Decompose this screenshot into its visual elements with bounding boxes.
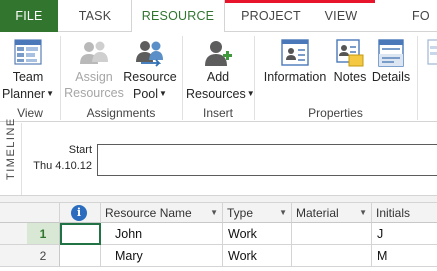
timeline-start-label: Start bbox=[68, 144, 92, 156]
group-label-assignments: Assignments bbox=[86, 106, 156, 120]
chevron-down-icon[interactable]: ▼ bbox=[210, 203, 218, 223]
group-label-properties: Properties bbox=[308, 106, 363, 120]
timeline-start-date: Thu 4.10.12 bbox=[33, 160, 92, 172]
material-cell[interactable] bbox=[292, 223, 372, 245]
column-header-indicators[interactable]: i bbox=[60, 203, 101, 223]
assign-resources-button[interactable]: Assign Resources bbox=[63, 32, 125, 104]
column-header-resource-name-label: Resource Name bbox=[105, 206, 192, 220]
notes-icon bbox=[336, 39, 364, 67]
partial-ribbon-button[interactable] bbox=[420, 32, 437, 104]
resource-sheet: i Resource Name ▼ Type ▼ Material ▼ Init… bbox=[0, 203, 437, 271]
add-resources-icon bbox=[205, 41, 232, 66]
column-header-type[interactable]: Type ▼ bbox=[223, 203, 292, 223]
add-resources-button[interactable]: Add Resources▼ bbox=[186, 32, 255, 104]
tab-resource[interactable]: RESOURCE bbox=[131, 0, 225, 33]
assign-resources-label-2: Resources bbox=[64, 86, 124, 100]
team-planner-button[interactable]: Team Planner▼ bbox=[2, 32, 54, 104]
column-header-type-label: Type bbox=[227, 206, 254, 220]
info-icon: i bbox=[71, 205, 87, 221]
ribbon: Team Planner▼ View Assign Resources Reso… bbox=[0, 32, 437, 122]
group-label-insert: Insert bbox=[202, 106, 233, 120]
notes-button[interactable]: Notes bbox=[331, 32, 369, 104]
initials-cell[interactable]: J bbox=[372, 223, 437, 245]
column-header-initials-label: Initials bbox=[376, 206, 411, 220]
resource-pool-label-2: Pool bbox=[133, 87, 159, 101]
group-separator bbox=[417, 36, 418, 120]
information-button[interactable]: Information bbox=[259, 32, 331, 104]
row-number[interactable]: 1 bbox=[27, 223, 60, 245]
timeline-side-label: TIMELINE bbox=[5, 117, 17, 180]
details-label: Details bbox=[371, 70, 411, 84]
add-resources-label-2: Resources bbox=[186, 87, 246, 101]
resource-pool-icon bbox=[136, 41, 163, 67]
type-cell[interactable]: Work bbox=[223, 223, 292, 245]
tab-file[interactable]: FILE bbox=[0, 0, 58, 32]
select-all-corner[interactable] bbox=[0, 203, 60, 223]
resource-name-cell[interactable]: John bbox=[101, 223, 223, 245]
assign-resources-icon bbox=[80, 41, 108, 64]
chevron-down-icon[interactable]: ▼ bbox=[279, 203, 287, 223]
information-icon bbox=[281, 39, 309, 66]
ribbon-tab-bar: FILE TASK RESOURCE PROJECT VIEW FO bbox=[0, 0, 437, 33]
column-header-initials[interactable]: Initials bbox=[372, 203, 437, 223]
timeline-side-bar: TIMELINE bbox=[0, 117, 22, 195]
tab-format[interactable]: FO bbox=[412, 0, 437, 32]
tab-view[interactable]: VIEW bbox=[318, 0, 364, 32]
chevron-down-icon: ▼ bbox=[46, 89, 55, 98]
details-icon bbox=[378, 39, 404, 67]
indicator-cell[interactable] bbox=[60, 223, 101, 245]
row-lead bbox=[0, 223, 27, 245]
row-lead bbox=[0, 245, 27, 267]
initials-cell[interactable]: M bbox=[372, 245, 437, 267]
timeline-bar[interactable] bbox=[97, 144, 437, 176]
row-number[interactable]: 2 bbox=[27, 245, 60, 267]
material-cell[interactable] bbox=[292, 245, 372, 267]
details-button[interactable]: Details bbox=[370, 32, 412, 104]
assign-resources-label-1: Assign bbox=[75, 70, 113, 84]
resource-pool-label-1: Resource bbox=[123, 70, 177, 84]
team-planner-label-1: Team bbox=[12, 70, 44, 84]
timeline-pane: TIMELINE Start Thu 4.10.12 bbox=[0, 117, 437, 195]
indicator-cell[interactable] bbox=[60, 245, 101, 267]
pane-splitter[interactable] bbox=[0, 195, 437, 203]
notes-label: Notes bbox=[333, 70, 367, 84]
type-cell[interactable]: Work bbox=[223, 245, 292, 267]
resource-name-cell[interactable]: Mary bbox=[101, 245, 223, 267]
level-icon bbox=[427, 39, 437, 65]
add-resources-label-1: Add bbox=[206, 70, 230, 84]
team-planner-icon bbox=[14, 39, 42, 65]
column-header-material-label: Material bbox=[296, 206, 339, 220]
chevron-down-icon: ▼ bbox=[159, 89, 167, 98]
column-header-resource-name[interactable]: Resource Name ▼ bbox=[101, 203, 223, 223]
tab-project[interactable]: PROJECT bbox=[236, 0, 306, 32]
team-planner-label-2: Planner bbox=[2, 87, 46, 101]
resource-pool-button[interactable]: Resource Pool▼ bbox=[123, 32, 177, 104]
column-header-material[interactable]: Material ▼ bbox=[292, 203, 372, 223]
information-label: Information bbox=[263, 70, 327, 84]
chevron-down-icon[interactable]: ▼ bbox=[359, 203, 367, 223]
tab-task[interactable]: TASK bbox=[66, 0, 124, 32]
